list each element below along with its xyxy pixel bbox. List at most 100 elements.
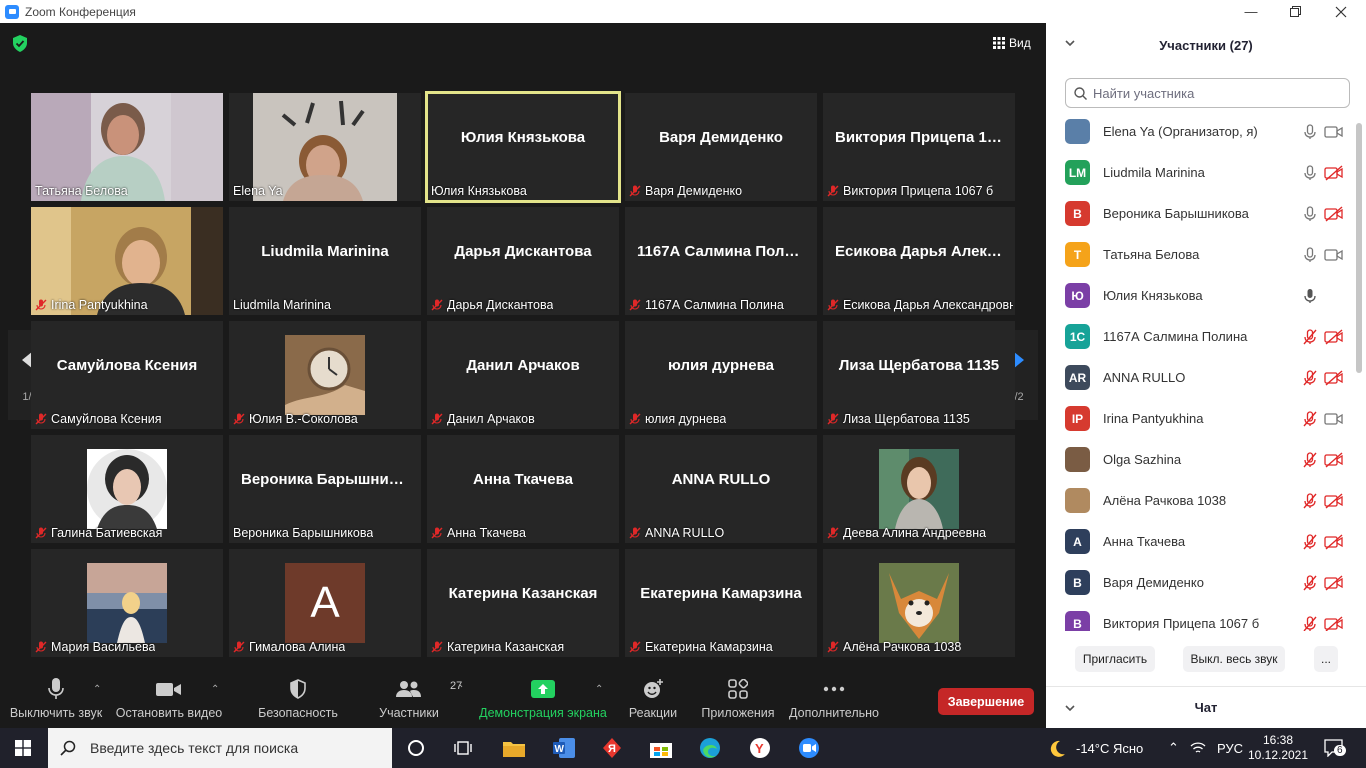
video-icon[interactable] (1324, 124, 1344, 140)
video-off-icon[interactable] (1324, 574, 1344, 591)
muted-mic-icon[interactable] (1302, 574, 1318, 591)
stop-video-button[interactable]: Остановить видео (116, 672, 222, 728)
panel-more-button[interactable]: ... (1314, 646, 1338, 672)
participant-row[interactable]: Ю Юлия Князькова (1046, 275, 1356, 316)
mute-button[interactable]: Выключить звук (8, 672, 104, 728)
share-screen-button[interactable]: Демонстрация экрана (478, 672, 608, 728)
participant-row[interactable]: 1С 1167А Салмина Полина (1046, 316, 1356, 357)
edge-icon[interactable] (687, 728, 733, 768)
muted-mic-icon[interactable] (1302, 369, 1318, 386)
video-tile[interactable]: Мария Васильева (31, 549, 223, 657)
participant-search-box[interactable] (1065, 78, 1350, 108)
tray-chevron-icon[interactable]: ⌃ (1168, 728, 1179, 768)
video-tile[interactable]: Данил Арчаков Данил Арчаков (427, 321, 619, 429)
participant-row[interactable]: AR ANNA RULLO (1046, 357, 1356, 398)
video-tile[interactable]: Анна Ткачева Анна Ткачева (427, 435, 619, 543)
microsoft-store-icon[interactable] (638, 728, 684, 768)
word-icon[interactable]: W (541, 728, 587, 768)
mic-icon[interactable] (1302, 205, 1318, 222)
video-off-icon[interactable] (1324, 369, 1344, 386)
participant-row[interactable]: LM Liudmila Marinina (1046, 152, 1356, 193)
video-tile[interactable]: Алёна Рачкова 1038 (823, 549, 1015, 657)
video-tile[interactable]: Есикова Дарья Александровна Есикова Дарья… (823, 207, 1015, 315)
notification-center-icon[interactable]: 6 (1324, 728, 1346, 768)
task-view-icon[interactable] (440, 728, 486, 768)
video-off-icon[interactable] (1324, 533, 1344, 550)
video-tile[interactable]: Самуйлова Ксения Самуйлова Ксения (31, 321, 223, 429)
network-icon[interactable] (1190, 728, 1206, 768)
video-tile[interactable]: Галина Батиевская (31, 435, 223, 543)
video-tile[interactable]: Дарья Дискантова Дарья Дискантова (427, 207, 619, 315)
apps-button[interactable]: Приложения (696, 672, 780, 728)
video-tile[interactable]: Юлия В.-Соколова (229, 321, 421, 429)
video-icon[interactable] (1324, 247, 1344, 263)
weather-widget[interactable]: -14°C Ясно (1048, 728, 1143, 768)
taskbar-search-box[interactable]: Введите здесь текст для поиска (48, 728, 392, 768)
video-tile[interactable]: Деева Алина Андреевна (823, 435, 1015, 543)
video-tile[interactable]: Екатерина Камарзина Екатерина Камарзина (625, 549, 817, 657)
encryption-shield-icon[interactable] (12, 35, 28, 52)
clock[interactable]: 16:38 10.12.2021 (1248, 728, 1308, 768)
file-explorer-icon[interactable] (491, 728, 537, 768)
video-tile[interactable]: Liudmila Marinina Liudmila Marinina (229, 207, 421, 315)
zoom-taskbar-icon[interactable] (786, 728, 832, 768)
participant-row[interactable]: В Виктория Прицепа 1067 б (1046, 603, 1356, 631)
video-tile[interactable]: 1167А Салмина Полина 1167А Салмина Полина (625, 207, 817, 315)
minimize-icon[interactable]: — (1228, 0, 1274, 23)
chevron-down-icon[interactable] (1064, 37, 1076, 49)
muted-mic-icon[interactable] (1302, 492, 1318, 509)
yandex-browser-icon[interactable]: Я (589, 728, 635, 768)
mic-icon[interactable] (1302, 123, 1318, 140)
participant-row[interactable]: В Вероника Барышникова (1046, 193, 1356, 234)
mic-icon[interactable] (1302, 246, 1318, 263)
video-tile[interactable]: Виктория Прицепа 1067 б Виктория Прицепа … (823, 93, 1015, 201)
muted-mic-icon[interactable] (1302, 533, 1318, 550)
chat-header[interactable]: Чат (1046, 686, 1366, 728)
video-tile[interactable]: A Гималова Алина (229, 549, 421, 657)
mute-all-button[interactable]: Выкл. весь звук (1183, 646, 1285, 672)
participant-row[interactable]: А Анна Ткачева (1046, 521, 1356, 562)
restore-icon[interactable] (1272, 0, 1318, 23)
participant-search-input[interactable] (1093, 85, 1333, 101)
video-off-icon[interactable] (1324, 205, 1344, 222)
reactions-button[interactable]: Реакции (622, 672, 684, 728)
video-tile[interactable]: Татьяна Белова (31, 93, 223, 201)
muted-mic-icon[interactable] (1302, 328, 1318, 345)
participant-row[interactable]: Olga Sazhina (1046, 439, 1356, 480)
video-tile[interactable]: Irina Pantyukhina (31, 207, 223, 315)
video-tile[interactable]: Elena Ya (229, 93, 421, 201)
participant-list-scrollbar[interactable] (1356, 123, 1362, 373)
video-off-icon[interactable] (1324, 615, 1344, 631)
video-tile[interactable]: Вероника Барышникова Вероника Барышникова (229, 435, 421, 543)
video-icon[interactable] (1324, 411, 1344, 427)
share-caret-icon[interactable]: ⌃ (595, 684, 603, 695)
more-button[interactable]: Дополнительно (786, 672, 882, 728)
language-indicator[interactable]: РУС (1217, 728, 1243, 768)
muted-mic-icon[interactable] (1302, 410, 1318, 427)
participant-row[interactable]: IP Irina Pantyukhina (1046, 398, 1356, 439)
invite-button[interactable]: Пригласить (1075, 646, 1155, 672)
yandex-icon[interactable]: Y (737, 728, 783, 768)
windows-start-icon[interactable] (0, 728, 46, 768)
participant-row[interactable]: Elena Ya (Организатор, я) (1046, 111, 1356, 152)
video-tile[interactable]: юлия дурнева юлия дурнева (625, 321, 817, 429)
video-tile[interactable]: Юлия Князькова Юлия Князькова (425, 91, 621, 203)
video-off-icon[interactable] (1324, 492, 1344, 509)
participant-row[interactable]: Алёна Рачкова 1038 (1046, 480, 1356, 521)
participants-caret-icon[interactable]: ⌃ (456, 684, 464, 695)
participant-row[interactable]: В Варя Демиденко (1046, 562, 1356, 603)
muted-mic-icon[interactable] (1302, 615, 1318, 632)
video-off-icon[interactable] (1324, 164, 1344, 181)
close-icon[interactable] (1318, 0, 1364, 23)
video-off-icon[interactable] (1324, 451, 1344, 468)
view-button[interactable]: Вид (993, 36, 1031, 50)
video-options-caret-icon[interactable]: ⌃ (211, 684, 219, 695)
security-button[interactable]: Безопасность (252, 672, 344, 728)
audio-options-caret-icon[interactable]: ⌃ (93, 684, 101, 695)
mic-icon[interactable] (1302, 288, 1318, 304)
cortana-icon[interactable] (393, 728, 439, 768)
video-tile[interactable]: Лиза Щербатова 1135 Лиза Щербатова 1135 (823, 321, 1015, 429)
muted-mic-icon[interactable] (1302, 451, 1318, 468)
video-off-icon[interactable] (1324, 328, 1344, 345)
video-tile[interactable]: Варя Демиденко Варя Демиденко (625, 93, 817, 201)
